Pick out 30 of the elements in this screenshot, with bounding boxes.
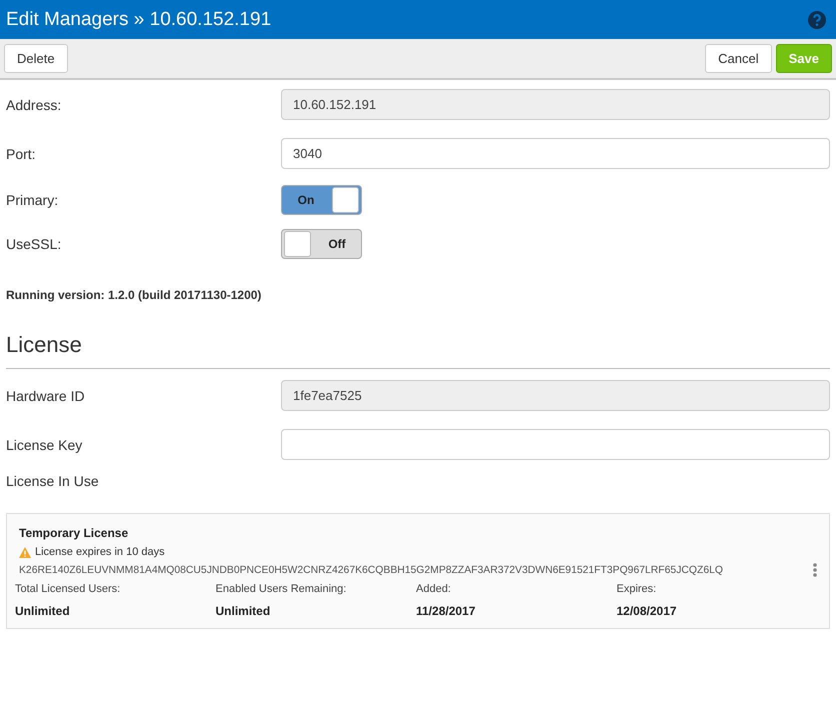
stat-label: Total Licensed Users: (15, 583, 122, 595)
license-key-text: K26RE140Z6LEUVNMM81A4MQ08CU5JNDB0PNCE0H5W2CNRZ4267K6CQBBH15G2MP8ZZAF3AR372V3DWN6E91521FT3PQ967LRF65JCQZ6LQ (19, 564, 723, 576)
warning-icon (19, 546, 31, 558)
stat-label: Expires: (616, 583, 658, 595)
stat-label: Added: (416, 583, 452, 595)
stat-value: Unlimited (216, 604, 272, 618)
warning-text: License expires in 10 days (35, 546, 165, 558)
version-text: Running version: 1.2.0 (build 20171130-1200) (6, 288, 262, 302)
field-label: Primary: (6, 192, 60, 208)
stat-value: 11/28/2017 (416, 604, 476, 618)
field-label: UseSSL: (6, 236, 62, 252)
field-label: Hardware ID (6, 388, 86, 404)
delete-button[interactable]: Delete (4, 44, 68, 73)
cancel-button[interactable]: Cancel (705, 44, 772, 73)
input-field[interactable]: 3040 (281, 138, 830, 169)
stat-value: Unlimited (15, 604, 71, 618)
license-title: Temporary License (19, 526, 130, 540)
more-icon[interactable] (813, 563, 817, 577)
toggle-switch[interactable]: Off (281, 229, 362, 259)
field-label: Port: (6, 146, 37, 162)
toggle-switch[interactable]: On (281, 185, 362, 215)
stat-label: Enabled Users Remaining: (216, 583, 348, 595)
stat-value: 12/08/2017 (616, 604, 678, 618)
field-label: Address: (6, 96, 62, 112)
section-heading: License (6, 332, 830, 369)
field-label: License In Use (6, 473, 100, 489)
window-title: Edit Managers » 10.60.152.191 (6, 8, 272, 30)
field-label: License Key (6, 436, 84, 452)
input-field[interactable] (281, 429, 830, 460)
help-icon[interactable] (808, 10, 826, 28)
